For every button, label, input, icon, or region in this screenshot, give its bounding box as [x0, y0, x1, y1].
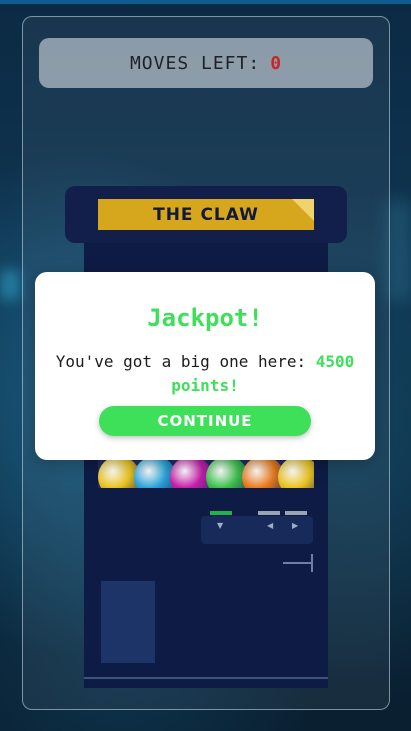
left-arrow-icon[interactable]: ◀: [267, 521, 273, 530]
background-light-left: [0, 270, 20, 300]
lever-arm: [283, 562, 311, 564]
dialog-title: Jackpot!: [147, 304, 263, 332]
status-led-1: [258, 511, 280, 515]
lever-handle: [311, 554, 313, 572]
right-arrow-icon[interactable]: ▶: [292, 521, 298, 530]
drop-arrow-icon[interactable]: ▼: [217, 521, 223, 530]
moves-left-value: 0: [270, 52, 283, 74]
status-led-green: [210, 511, 232, 515]
status-led-2: [285, 511, 307, 515]
background-top-stripe: [0, 0, 411, 4]
jackpot-dialog: Jackpot! You've got a big one here: 4500…: [35, 272, 375, 460]
cabinet-base-line: [84, 677, 328, 679]
marquee-corner-shine: [292, 199, 314, 221]
claw-machine-marquee: THE CLAW: [98, 199, 314, 230]
continue-button[interactable]: CONTINUE: [99, 406, 311, 436]
moves-left-label: MOVES LEFT:: [129, 52, 261, 74]
dialog-message-text: You've got a big one here:: [55, 352, 307, 371]
prize-door: [101, 581, 155, 663]
dialog-message: You've got a big one here: 4500 points!: [55, 350, 355, 398]
prize-ball: [278, 456, 314, 488]
moves-left-bar: MOVES LEFT: 0: [39, 38, 373, 88]
